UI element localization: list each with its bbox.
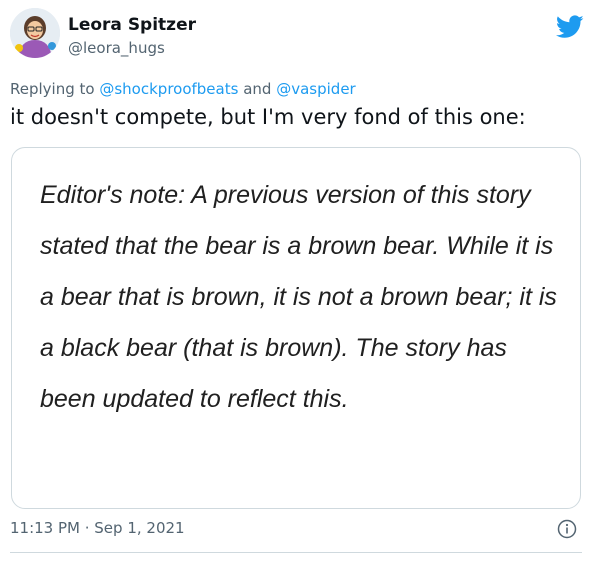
reply-conjunction: and xyxy=(243,80,272,98)
tweet-text: it doesn't compete, but I'm very fond of… xyxy=(10,105,526,129)
info-icon[interactable] xyxy=(557,519,577,539)
author-display-name[interactable]: Leora Spitzer xyxy=(68,15,196,35)
reply-context: Replying to @shockproofbeats and @vaspid… xyxy=(10,80,356,98)
editors-note-text: Editor's note: A previous version of thi… xyxy=(40,181,557,413)
author-handle[interactable]: @leora_hugs xyxy=(68,39,165,57)
divider xyxy=(10,552,582,553)
mention-shockproofbeats[interactable]: @shockproofbeats xyxy=(99,80,238,98)
media-card[interactable]: Editor's note: A previous version of thi… xyxy=(11,147,581,509)
avatar[interactable] xyxy=(10,8,60,58)
bitmoji-avatar-icon xyxy=(10,8,60,58)
twitter-bird-icon[interactable] xyxy=(555,15,584,39)
timestamp[interactable]: 11:13 PM · Sep 1, 2021 xyxy=(10,519,185,537)
reply-prefix: Replying to xyxy=(10,80,95,98)
mention-vaspider[interactable]: @vaspider xyxy=(276,80,356,98)
